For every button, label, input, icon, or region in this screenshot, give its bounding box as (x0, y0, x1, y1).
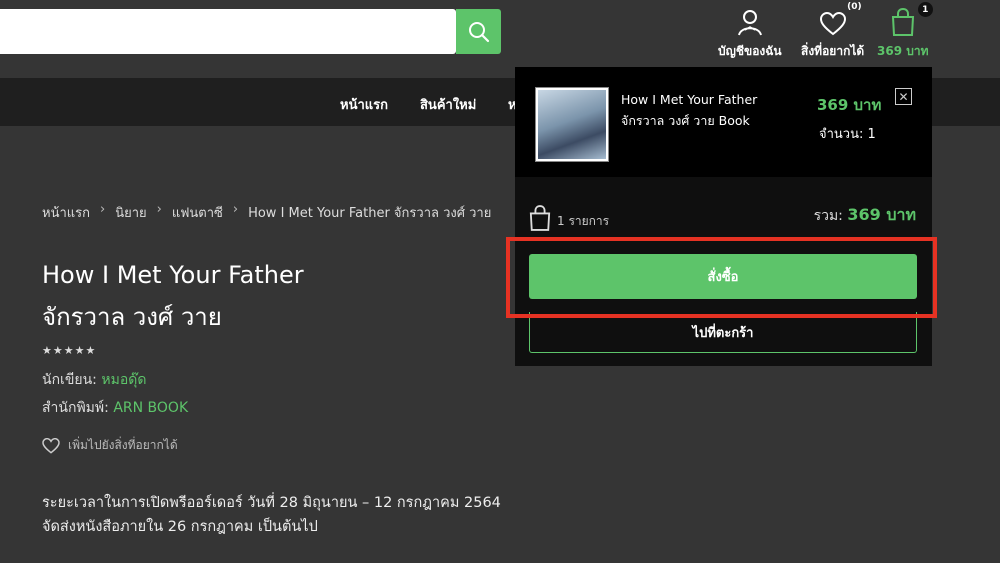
close-icon: ✕ (898, 89, 909, 104)
shopping-bag-icon (529, 205, 551, 231)
cart-item-price: 369 บาท (817, 96, 882, 114)
remove-item-button[interactable]: ✕ (895, 88, 912, 105)
preorder-info: ระยะเวลาในการเปิดพรีออร์เดอร์ วันที่ 28 … (42, 491, 501, 539)
product-title-line2: จักรวาล วงศ์ วาย (42, 303, 222, 331)
cart-total: 369 บาท (877, 44, 929, 58)
add-to-wishlist-link[interactable]: เพิ่มไปยังสิ่งที่อยากได้ (42, 436, 178, 455)
cart-total-row: รวม: 369 บาท (814, 203, 916, 228)
preorder-line1: ระยะเวลาในการเปิดพรีออร์เดอร์ วันที่ 28 … (42, 495, 501, 511)
breadcrumb-item-current: How I Met Your Father จักรวาล วงศ์ วาย (248, 206, 492, 221)
add-to-wishlist-label: เพิ่มไปยังสิ่งที่อยากได้ (68, 438, 178, 452)
breadcrumb-separator: › (100, 202, 106, 217)
publisher-label: สำนักพิมพ์: (42, 400, 109, 416)
go-to-cart-button[interactable]: ไปที่ตะกร้า (529, 312, 917, 353)
author-label: นักเขียน: (42, 372, 97, 388)
account-link[interactable]: บัญชีของฉัน (718, 4, 782, 61)
cart-item-name[interactable]: How I Met Your Father จักรวาล วงศ์ วาย B… (621, 89, 801, 131)
rating-stars: ★★★★★ (42, 344, 97, 357)
cart-item-quantity: จำนวน: 1 (819, 127, 876, 142)
wishlist-count: (0) (847, 2, 862, 12)
breadcrumb-separator: › (232, 202, 239, 217)
product-title: How I Met Your Father จักรวาล วงศ์ วาย (42, 254, 502, 338)
author-row: นักเขียน: หมอดุ๊ด (42, 369, 146, 391)
nav-item-new-products[interactable]: สินค้าใหม่ (420, 94, 476, 115)
search-input[interactable] (0, 9, 456, 54)
cart-item-name-line1: How I Met Your Father (621, 92, 758, 107)
cart-item-count: 1 รายการ (529, 205, 609, 231)
total-label: รวม: (813, 208, 843, 224)
item-count-label: 1 รายการ (557, 214, 610, 228)
author-link[interactable]: หมอดุ๊ด (101, 372, 146, 388)
cart-count-badge: 1 (917, 2, 933, 17)
shopping-bag-icon (891, 8, 914, 36)
breadcrumb-item-fantasy[interactable]: แฟนตาซี (172, 202, 223, 223)
heart-icon (42, 437, 60, 454)
cart-item-name-line2: จักรวาล วงศ์ วาย Book (621, 113, 750, 128)
wishlist-link[interactable]: (0) สิ่งที่อยากได้ (801, 2, 865, 61)
nav-item-home[interactable]: หน้าแรก (340, 94, 388, 115)
wishlist-label: สิ่งที่อยากได้ (801, 44, 865, 58)
breadcrumb-separator: › (156, 202, 162, 217)
preorder-line2: จัดส่งหนังสือภายใน 26 กรกฎาคม เป็นต้นไป (42, 519, 318, 535)
total-amount: 369 บาท (847, 205, 916, 224)
breadcrumb-item-home[interactable]: หน้าแรก (42, 202, 90, 223)
cart-link[interactable]: 1 369 บาท (877, 2, 933, 61)
cart-item: How I Met Your Father จักรวาล วงศ์ วาย B… (515, 67, 932, 177)
search-button[interactable] (456, 9, 501, 54)
search-icon (468, 21, 489, 42)
product-title-line1: How I Met Your Father (42, 261, 304, 289)
publisher-link[interactable]: ARN BOOK (113, 400, 188, 416)
breadcrumb-item-novel[interactable]: นิยาย (115, 202, 146, 223)
account-label: บัญชีของฉัน (718, 44, 782, 58)
book-cover-image[interactable] (535, 87, 609, 162)
highlight-annotation (506, 237, 937, 318)
user-icon (737, 10, 762, 36)
publisher-row: สำนักพิมพ์: ARN BOOK (42, 397, 188, 419)
heart-icon (819, 12, 846, 36)
breadcrumb: หน้าแรก › นิยาย › แฟนตาซี › How I Met Yo… (42, 202, 491, 223)
